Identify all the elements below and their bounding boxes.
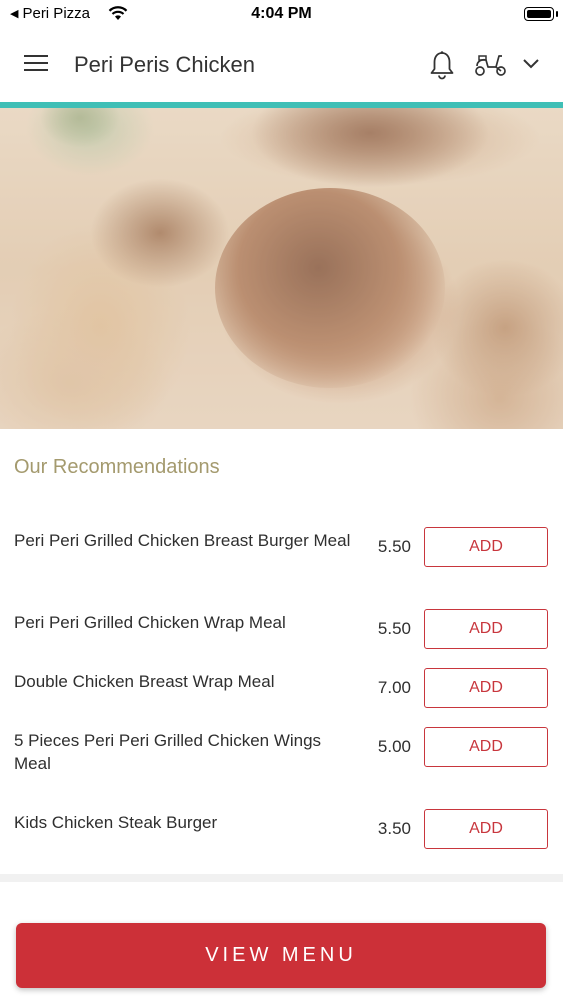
item-name: Double Chicken Breast Wrap Meal [14,672,275,691]
add-button[interactable]: ADD [424,809,548,849]
add-button[interactable]: ADD [424,727,548,767]
hero-food-image [0,108,563,429]
battery-icon [524,7,558,21]
menu-icon[interactable] [24,55,50,75]
recommendations-title: Our Recommendations [14,456,220,478]
item-name: 5 Pieces Peri Peri Grilled Chicken Wings… [14,731,322,773]
app-header: Peri Peris Chicken [0,30,563,102]
item-name: Peri Peri Grilled Chicken Wrap Meal [14,613,286,632]
chevron-down-icon[interactable] [522,58,540,70]
item-price: 3.50 [377,819,411,838]
add-button[interactable]: ADD [424,609,548,649]
status-bar: ◀ Peri Pizza 4:04 PM [0,0,563,30]
add-button[interactable]: ADD [424,527,548,567]
item-name: Peri Peri Grilled Chicken Breast Burger … [14,531,351,550]
item-price: 5.00 [377,737,411,756]
item-price: 5.50 [377,537,411,556]
item-price: 7.00 [377,678,411,697]
item-name: Kids Chicken Steak Burger [14,813,218,832]
scooter-icon[interactable] [474,52,508,78]
status-time: 4:04 PM [251,5,312,22]
view-menu-button[interactable]: VIEW MENU [16,923,546,988]
add-button[interactable]: ADD [424,668,548,708]
page-title: Peri Peris Chicken [74,52,255,77]
section-divider [0,874,563,882]
bell-icon[interactable] [428,50,456,80]
item-price: 5.50 [377,619,411,638]
